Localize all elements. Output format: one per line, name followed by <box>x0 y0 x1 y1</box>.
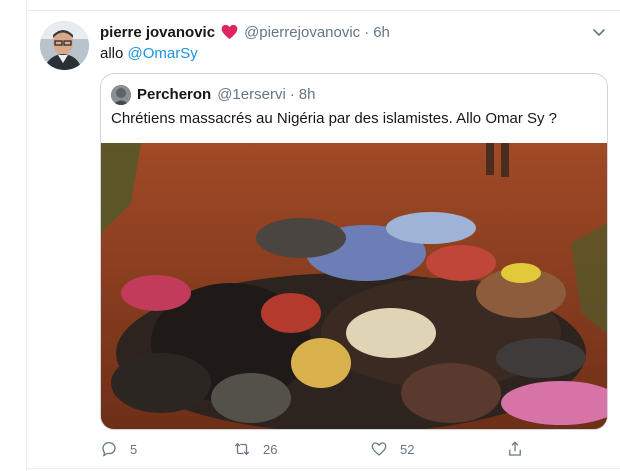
retweet-button[interactable]: 26 <box>233 440 277 458</box>
heart-icon <box>221 24 238 40</box>
share-button[interactable] <box>506 440 524 458</box>
retweet-count: 26 <box>263 441 278 457</box>
tweet-timestamp[interactable]: 6h <box>373 24 390 41</box>
quoted-tweet-text: Chrétiens massacrés au Nigéria par des i… <box>111 110 558 127</box>
quoted-media-image[interactable] <box>101 143 607 429</box>
avatar[interactable] <box>40 21 89 70</box>
quoted-avatar <box>111 85 131 105</box>
chevron-down-icon[interactable] <box>591 24 607 40</box>
like-icon <box>371 442 387 456</box>
avatar-image <box>40 21 89 70</box>
share-icon <box>509 441 521 456</box>
action-bar: 5 26 52 <box>100 440 530 460</box>
like-count: 52 <box>400 441 415 457</box>
reply-icon <box>102 441 116 457</box>
top-divider <box>26 10 620 11</box>
like-button[interactable]: 52 <box>370 440 414 458</box>
bottom-divider <box>26 468 620 469</box>
reply-count: 5 <box>130 441 138 457</box>
quoted-author-handle: @1erservi <box>217 86 286 103</box>
quoted-tweet[interactable]: Percheron @1erservi · 8h Chrétiens massa… <box>100 73 608 430</box>
quoted-author-name: Percheron <box>137 86 212 103</box>
tweet-header: pierre jovanovic @pierrejovanovic · 6h <box>100 22 390 42</box>
reply-button[interactable]: 5 <box>100 440 137 458</box>
separator-dot: · <box>364 23 370 41</box>
tweet-card: pierre jovanovic @pierrejovanovic · 6h a… <box>0 0 620 471</box>
timeline-divider <box>26 0 27 471</box>
retweet-icon <box>234 442 250 456</box>
quoted-separator-dot: · <box>289 86 295 103</box>
mention-link[interactable]: @OmarSy <box>128 45 198 62</box>
quoted-timestamp: 8h <box>298 86 316 103</box>
tweet-text: allo @OmarSy <box>100 45 198 62</box>
quoted-header: Percheron @1erservi · 8h <box>137 86 315 103</box>
tweet-text-body: allo <box>100 45 124 62</box>
author-name[interactable]: pierre jovanovic <box>100 24 215 41</box>
author-handle[interactable]: @pierrejovanovic <box>244 24 360 41</box>
